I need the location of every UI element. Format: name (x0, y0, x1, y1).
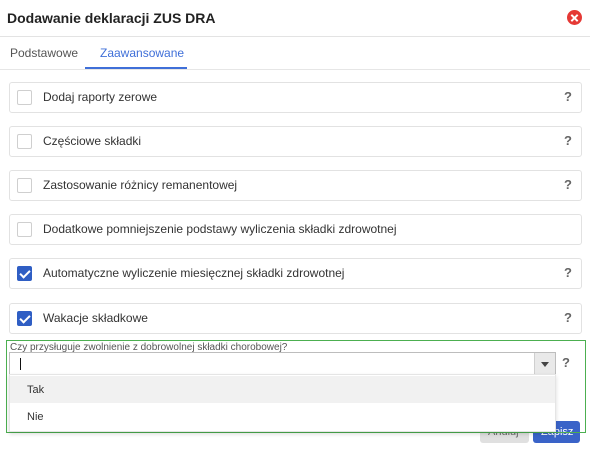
checkbox[interactable] (17, 178, 32, 193)
option-label: Automatyczne wyliczenie miesięcznej skła… (43, 266, 345, 280)
checkbox[interactable] (17, 90, 32, 105)
tab-zaawansowane[interactable]: Zaawansowane (100, 46, 184, 60)
chevron-down-icon (541, 362, 549, 367)
help-icon[interactable]: ? (564, 177, 572, 192)
help-icon[interactable]: ? (564, 310, 572, 325)
help-icon[interactable]: ? (564, 89, 572, 104)
option-label: Zastosowanie różnicy remanentowej (43, 178, 238, 192)
close-icon[interactable] (567, 10, 582, 25)
dialog-title: Dodawanie deklaracji ZUS DRA (7, 10, 216, 26)
text-cursor (20, 358, 21, 370)
option-contribution-holiday: Wakacje składkowe ? (9, 303, 582, 334)
option-auto-health-contribution: Automatyczne wyliczenie miesięcznej skła… (9, 258, 582, 289)
help-icon[interactable]: ? (564, 133, 572, 148)
option-zero-reports: Dodaj raporty zerowe ? (9, 82, 582, 113)
checkbox[interactable] (17, 222, 32, 237)
checkbox-checked[interactable] (17, 266, 32, 281)
tab-bar: Podstawowe Zaawansowane (0, 36, 590, 70)
option-text: Nie (27, 411, 44, 423)
option-label: Dodatkowe pomniejszenie podstawy wylicze… (43, 222, 397, 236)
checkbox-checked[interactable] (17, 311, 32, 326)
help-icon[interactable]: ? (562, 355, 570, 370)
option-label: Dodaj raporty zerowe (43, 90, 158, 104)
option-label: Wakacje składkowe (43, 311, 148, 325)
option-partial-contributions: Częściowe składki ? (9, 126, 582, 157)
option-inventory-difference: Zastosowanie różnicy remanentowej ? (9, 170, 582, 201)
dropdown-option-tak[interactable]: Tak (10, 376, 555, 403)
tab-podstawowe[interactable]: Podstawowe (10, 46, 78, 60)
active-tab-indicator (85, 67, 187, 69)
dropdown-toggle[interactable] (534, 353, 555, 375)
dropdown-menu: Tak Nie (9, 374, 556, 432)
exemption-select[interactable] (9, 352, 556, 376)
option-text: Tak (27, 384, 45, 396)
dropdown-option-nie[interactable]: Nie (10, 403, 555, 430)
help-icon[interactable]: ? (564, 265, 572, 280)
dialog-header: Dodawanie deklaracji ZUS DRA (0, 0, 590, 37)
checkbox[interactable] (17, 134, 32, 149)
option-label: Częściowe składki (43, 134, 142, 148)
option-additional-reduction: Dodatkowe pomniejszenie podstawy wylicze… (9, 214, 582, 245)
